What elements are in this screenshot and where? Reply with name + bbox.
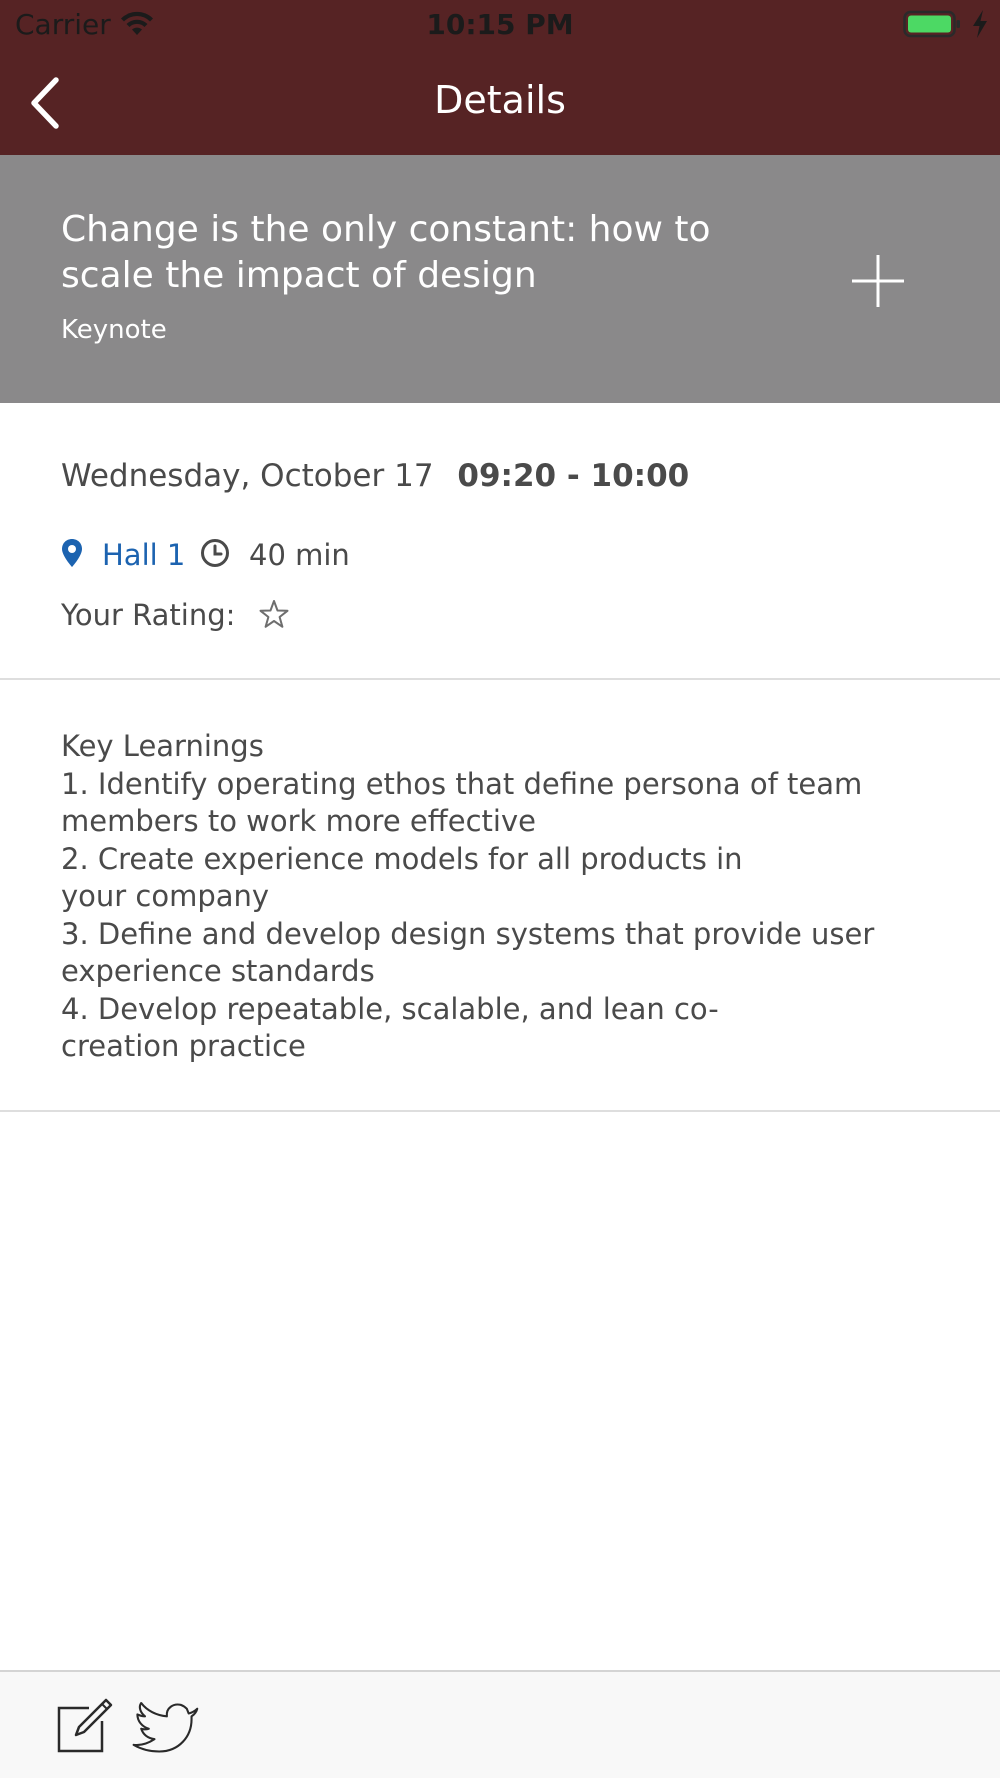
session-details-screen: Carrier 10:15 PM Details Change is the o… [0,0,1000,1778]
session-description: Key Learnings 1. Identify operating etho… [0,680,1000,1112]
session-details: Wednesday, October 17 09:20 - 10:00 Hall… [0,403,1000,680]
navigation-bar: Details [0,50,1000,155]
add-to-schedule-button[interactable] [848,251,908,311]
session-date: Wednesday, October 17 [61,458,434,494]
date-time-line: Wednesday, October 17 09:20 - 10:00 [61,458,689,494]
description-text: Key Learnings 1. Identify operating etho… [61,729,875,1063]
plus-icon [852,255,904,307]
session-type: Keynote [61,315,167,345]
twitter-bird-icon [132,1702,199,1753]
note-edit-icon [57,1698,113,1753]
location-link[interactable]: Hall 1 [102,538,185,572]
star-outline-icon [259,600,289,628]
charging-bolt-icon [973,10,987,38]
clock-icon [201,539,229,567]
session-duration: 40 min [249,538,350,572]
location-pin-icon [62,539,82,567]
bottom-toolbar [0,1670,1000,1778]
session-header: Change is the only constant: how to scal… [0,155,1000,403]
rating-label: Your Rating: [61,598,236,632]
session-time-range: 09:20 - 10:00 [457,458,690,494]
status-time: 10:15 PM [426,8,574,41]
rating-star-button[interactable] [257,598,291,632]
top-bar: Carrier 10:15 PM Details [0,0,1000,155]
status-bar: Carrier 10:15 PM [0,0,1000,50]
session-title: Change is the only constant: how to scal… [61,209,711,296]
battery-icon [903,10,960,38]
add-note-button[interactable] [56,1696,114,1754]
page-title: Details [434,78,566,122]
tweet-button[interactable] [126,1698,204,1756]
